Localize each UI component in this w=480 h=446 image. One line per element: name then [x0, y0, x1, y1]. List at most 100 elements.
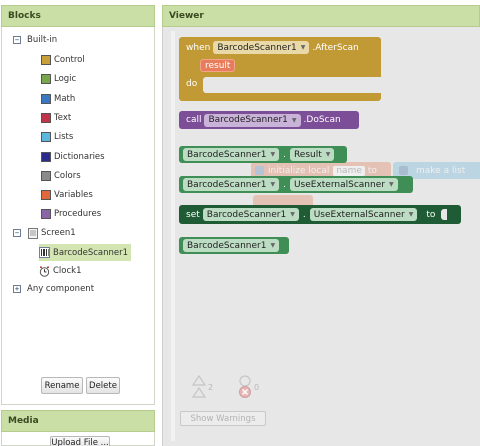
collapse-icon[interactable]: − [13, 36, 21, 44]
property-dropdown[interactable]: UseExternalScanner ▼ [289, 178, 398, 191]
component-dropdown[interactable]: BarcodeScanner1 ▼ [202, 208, 299, 221]
builtin-item-math[interactable]: Math [41, 92, 75, 106]
chevron-down-icon: ▼ [300, 44, 306, 51]
show-warnings-button[interactable]: Show Warnings [180, 411, 266, 426]
property-dropdown[interactable]: UseExternalScanner ▼ [309, 208, 418, 221]
any-component-label: Any component [27, 284, 95, 294]
viewer-title: Viewer [162, 5, 480, 27]
component-dropdown[interactable]: BarcodeScanner1 ▼ [204, 113, 301, 127]
do-slot [203, 77, 381, 93]
component-label: BarcodeScanner1 [53, 247, 129, 258]
property-dropdown[interactable]: Result ▼ [289, 148, 335, 161]
builtin-item-control[interactable]: Control [41, 53, 85, 67]
warnings-count: 2 [208, 382, 214, 392]
property-name: UseExternalScanner [313, 209, 405, 220]
property-name: Result [293, 149, 322, 160]
builtin-item-colors[interactable]: Colors [41, 169, 81, 183]
component-name: BarcodeScanner1 [208, 115, 288, 125]
component-dropdown[interactable]: BarcodeScanner1 ▼ [183, 148, 280, 161]
barcode-icon [39, 247, 50, 258]
when-keyword: when [186, 42, 211, 53]
screen-label: Screen1 [41, 228, 76, 238]
component-dropdown[interactable]: BarcodeScanner1 ▼ [183, 178, 280, 191]
dot-separator: . [283, 149, 286, 160]
builtin-item-label: Control [54, 55, 85, 65]
upload-file-button[interactable]: Upload File ... [50, 436, 110, 446]
to-keyword: to [426, 209, 436, 220]
method-name: .DoScan [303, 115, 341, 125]
screen-tree-node[interactable]: − Screen1 [13, 226, 76, 240]
builtin-item-label: Lists [54, 132, 74, 143]
drawer-color-icon [41, 170, 51, 181]
mutator-icon [399, 166, 408, 175]
warnings-indicator[interactable]: 2 [192, 375, 213, 399]
event-block-afterscan[interactable]: when BarcodeScanner1 ▼ .AfterScan result… [179, 37, 381, 101]
blocks-panel-title: Blocks [1, 5, 155, 27]
blocks-workspace[interactable]: initialize local name to make a list whe… [162, 27, 480, 446]
component-block[interactable]: BarcodeScanner1 ▼ [179, 237, 289, 254]
builtin-item-procedures[interactable]: Procedures [41, 207, 101, 221]
drawer-color-icon [41, 209, 51, 220]
drawer-color-icon [41, 74, 51, 85]
drawer-color-icon [41, 55, 51, 65]
builtin-item-dictionaries[interactable]: Dictionaries [41, 150, 105, 164]
media-panel: Upload File ... [1, 432, 155, 446]
dot-separator: . [302, 209, 306, 220]
expand-icon[interactable]: + [13, 285, 21, 293]
builtin-item-text[interactable]: Text [41, 111, 71, 125]
media-panel-title: Media [1, 410, 155, 432]
component-item-barcodescanner[interactable]: BarcodeScanner1 [39, 244, 132, 261]
setter-useexternal-block[interactable]: set BarcodeScanner1 ▼ . UseExternalScann… [179, 205, 461, 224]
dot-separator: . [283, 179, 286, 190]
event-name: .AfterScan [312, 42, 359, 53]
delete-button[interactable]: Delete [86, 377, 120, 394]
call-doscan-block[interactable]: call BarcodeScanner1 ▼ .DoScan [179, 111, 359, 129]
drawer-color-icon [41, 151, 51, 162]
clock-icon [39, 266, 50, 277]
getter-result-block[interactable]: BarcodeScanner1 ▼ . Result ▼ [179, 146, 347, 163]
builtin-item-lists[interactable]: Lists [41, 130, 73, 144]
drawer-color-icon [41, 190, 51, 201]
component-name: BarcodeScanner1 [206, 209, 287, 220]
component-name: BarcodeScanner1 [217, 42, 297, 53]
component-dropdown[interactable]: BarcodeScanner1 ▼ [183, 239, 280, 252]
component-name: BarcodeScanner1 [187, 149, 267, 160]
warning-triangle-icon [192, 375, 206, 398]
component-name: BarcodeScanner1 [187, 240, 267, 251]
screen-icon [27, 227, 38, 239]
chevron-down-icon: ▼ [388, 181, 394, 188]
drawer-color-icon [41, 93, 51, 104]
mutator-icon [255, 166, 264, 175]
chevron-down-icon: ▼ [325, 151, 331, 158]
builtin-item-label: Variables [54, 190, 93, 201]
errors-count: 0 [254, 382, 260, 392]
error-icon [239, 375, 251, 398]
any-component-tree-node[interactable]: + Any component [13, 282, 94, 296]
builtin-item-variables[interactable]: Variables [41, 188, 93, 202]
chevron-down-icon: ▼ [408, 211, 414, 218]
builtin-tree-node[interactable]: − Built-in [13, 33, 57, 47]
component-item-clock[interactable]: Clock1 [39, 264, 82, 278]
builtin-item-label: Text [54, 112, 72, 123]
ghost-init-name: name [333, 165, 365, 176]
errors-indicator[interactable]: 0 [238, 375, 259, 399]
ghost-init-label: initialize local [268, 165, 330, 176]
component-dropdown[interactable]: BarcodeScanner1 ▼ [213, 41, 310, 54]
rename-button[interactable]: Rename [41, 377, 83, 394]
do-keyword: do [186, 79, 198, 89]
collapse-icon[interactable]: − [13, 229, 21, 237]
builtin-label: Built-in [27, 35, 58, 45]
drawer-color-icon [41, 132, 51, 143]
builtin-item-logic[interactable]: Logic [41, 72, 76, 86]
chevron-down-icon: ▼ [290, 211, 295, 218]
result-param-label: result [200, 59, 236, 72]
builtin-item-label: Procedures [54, 209, 102, 220]
chevron-down-icon: ▼ [291, 116, 297, 124]
ghost-list-label: make a list [416, 165, 466, 176]
builtin-item-label: Math [54, 93, 76, 104]
getter-useexternal-block[interactable]: BarcodeScanner1 ▼ . UseExternalScanner ▼ [179, 176, 413, 193]
chevron-down-icon: ▼ [270, 181, 276, 188]
workspace-gutter [171, 31, 175, 441]
result-param[interactable]: result [196, 59, 239, 72]
component-name: BarcodeScanner1 [187, 179, 267, 190]
